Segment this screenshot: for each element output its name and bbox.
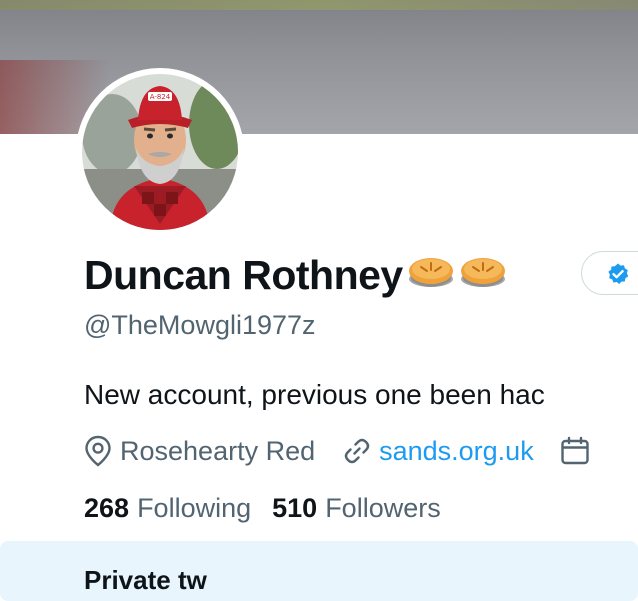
followers-label: Followers bbox=[325, 493, 441, 523]
calendar-item bbox=[560, 436, 590, 466]
followers-stat[interactable]: 510 Followers bbox=[272, 493, 441, 524]
follow-stats: 268 Following 510 Followers bbox=[84, 493, 441, 524]
avatar-frame: A-824 bbox=[76, 68, 244, 236]
private-notice: Private tw bbox=[0, 541, 638, 601]
following-label: Following bbox=[137, 493, 252, 523]
location-item: Rosehearty Red bbox=[84, 435, 315, 467]
avatar[interactable]: A-824 bbox=[82, 74, 238, 230]
website-item[interactable]: sands.org.uk bbox=[343, 436, 534, 467]
display-name-text: Duncan Rothney bbox=[84, 251, 403, 298]
user-handle: @TheMowgli1977z bbox=[84, 310, 316, 340]
website-link[interactable]: sands.org.uk bbox=[379, 436, 534, 467]
following-count: 268 bbox=[84, 493, 130, 523]
verified-button[interactable] bbox=[581, 251, 638, 295]
profile-meta: Rosehearty Red sands.org.uk bbox=[84, 432, 590, 470]
following-stat[interactable]: 268 Following bbox=[84, 493, 251, 524]
followers-count: 510 bbox=[272, 493, 318, 523]
location-text: Rosehearty Red bbox=[120, 435, 316, 466]
svg-text:A-824: A-824 bbox=[150, 93, 171, 101]
display-name: Duncan Rothney bbox=[84, 252, 507, 298]
banner-top-tint bbox=[0, 0, 638, 10]
calendar-icon bbox=[560, 436, 590, 466]
verified-badge-icon bbox=[606, 262, 630, 291]
pie-emoji-icon bbox=[407, 252, 455, 299]
location-pin-icon bbox=[84, 435, 112, 467]
link-icon bbox=[343, 437, 371, 465]
pie-emoji-icon bbox=[459, 252, 507, 299]
avatar-illustration: A-824 bbox=[82, 74, 238, 230]
profile-bio: New account, previous one been hac bbox=[84, 379, 545, 410]
